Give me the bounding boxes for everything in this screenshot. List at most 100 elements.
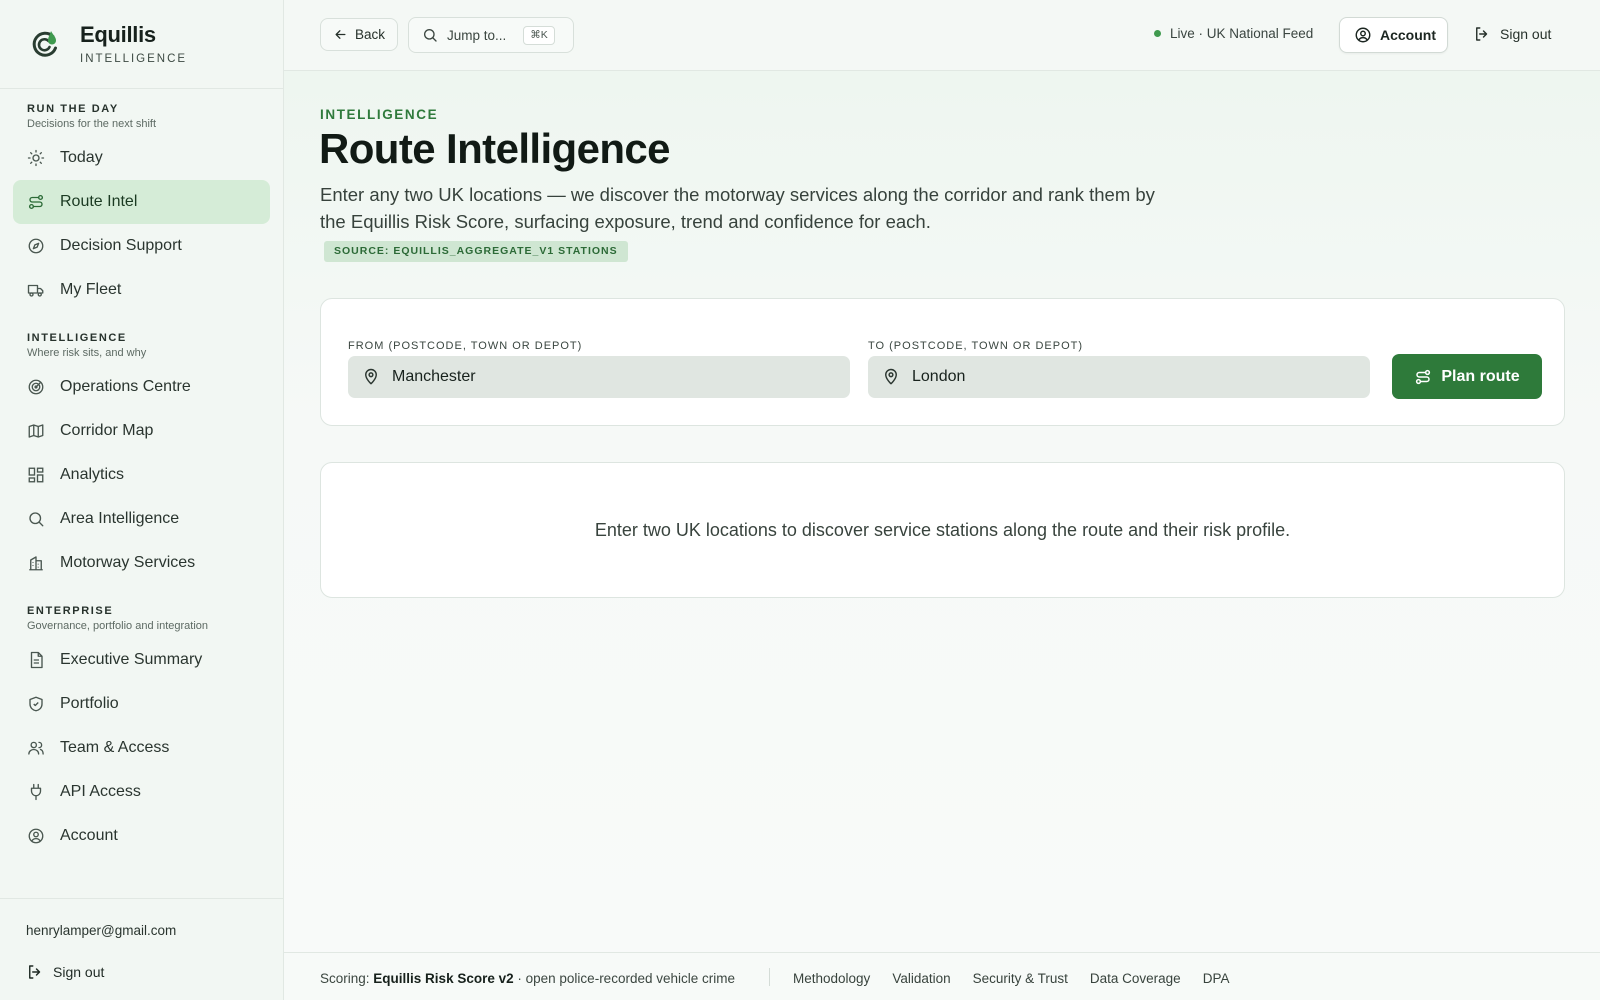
sidebar-item-motorway-services[interactable]: Motorway Services: [13, 541, 270, 585]
sidebar-item-label: Team & Access: [60, 739, 170, 756]
building-icon: [27, 554, 45, 572]
to-label: TO (POSTCODE, TOWN OR DEPOT): [868, 340, 1084, 352]
footer-link-dpa[interactable]: DPA: [1203, 971, 1230, 986]
sidebar-item-team-access[interactable]: Team & Access: [13, 726, 270, 770]
sidebar-item-decision-support[interactable]: Decision Support: [13, 224, 270, 268]
jump-to-search[interactable]: Jump to... ⌘K: [408, 17, 574, 53]
user-circle-icon: [27, 827, 45, 845]
sidebar-item-today[interactable]: Today: [13, 136, 270, 180]
sidebar-item-executive-summary[interactable]: Executive Summary: [13, 638, 270, 682]
section-subtitle: Decisions for the next shift: [27, 118, 157, 130]
sidebar-item-label: Motorway Services: [60, 554, 196, 571]
shield-icon: [27, 695, 45, 713]
footer-link-data-coverage[interactable]: Data Coverage: [1090, 971, 1181, 986]
route-icon: [27, 193, 45, 211]
sidebar-item-label: Corridor Map: [60, 422, 154, 439]
sidebar-item-label: API Access: [60, 783, 141, 800]
arrow-left-icon: [333, 27, 348, 42]
to-input[interactable]: [912, 368, 1332, 386]
footer-link-validation[interactable]: Validation: [892, 971, 950, 986]
sign-out-icon: [26, 963, 44, 981]
main-content: INTELLIGENCE Route Intelligence Enter an…: [284, 71, 1600, 952]
back-button[interactable]: Back: [320, 18, 398, 51]
from-field[interactable]: [348, 356, 850, 398]
search-icon: [422, 27, 438, 43]
to-field[interactable]: [868, 356, 1370, 398]
map-icon: [27, 422, 45, 440]
equillis-logo-icon: [28, 27, 62, 61]
route-icon: [1414, 368, 1432, 386]
page-description: Enter any two UK locations — we discover…: [320, 184, 1155, 232]
scoring-prefix: Scoring:: [320, 971, 370, 986]
scoring-info: Scoring: Equillis Risk Score v2 · open p…: [320, 971, 735, 986]
sidebar-item-label: Operations Centre: [60, 378, 191, 395]
search-icon: [27, 510, 45, 528]
sidebar-item-label: Area Intelligence: [60, 510, 180, 527]
brand-name: Equillis: [80, 21, 156, 47]
brand-sub: INTELLIGENCE: [80, 53, 188, 66]
footer-divider: [769, 968, 770, 986]
sidebar-item-label: Decision Support: [60, 237, 182, 254]
topbar: Back Jump to... ⌘K Live · UK National Fe…: [284, 0, 1600, 71]
map-pin-icon: [882, 368, 900, 386]
sign-out-label: Sign out: [1500, 26, 1552, 42]
sidebar-item-label: Today: [60, 149, 103, 166]
account-button[interactable]: Account: [1339, 17, 1448, 53]
document-icon: [27, 651, 45, 669]
empty-state-text: Enter two UK locations to discover servi…: [594, 519, 1291, 540]
live-feed-status: Live · UK National Feed: [1154, 26, 1313, 41]
sidebar-item-portfolio[interactable]: Portfolio: [13, 682, 270, 726]
section-title: INTELLIGENCE: [27, 332, 127, 344]
sidebar-item-api-access[interactable]: API Access: [13, 770, 270, 814]
live-label: Live · UK National Feed: [1170, 26, 1314, 41]
user-circle-icon: [1354, 26, 1372, 44]
compass-icon: [27, 237, 45, 255]
plan-route-button[interactable]: Plan route: [1392, 354, 1542, 399]
plan-route-label: Plan route: [1441, 367, 1520, 385]
keyboard-shortcut: ⌘K: [523, 25, 555, 45]
sidebar-footer: henrylamper@gmail.com Sign out: [0, 898, 284, 1000]
back-label: Back: [355, 27, 386, 42]
sidebar-item-label: My Fleet: [60, 281, 122, 298]
radar-icon: [27, 378, 45, 396]
sign-out-button[interactable]: Sign out: [1473, 25, 1551, 43]
brand[interactable]: Equillis INTELLIGENCE: [0, 0, 283, 89]
nav-section-intelligence: INTELLIGENCE Where risk sits, and why Op…: [0, 312, 283, 585]
sidebar-item-route-intel[interactable]: Route Intel: [13, 180, 270, 224]
page-eyebrow: INTELLIGENCE: [320, 107, 439, 122]
source-badge: SOURCE: EQUILLIS_AGGREGATE_V1 STATIONS: [324, 241, 628, 262]
live-dot-icon: [1154, 30, 1161, 37]
sidebar-item-label: Executive Summary: [60, 651, 203, 668]
sidebar-item-my-fleet[interactable]: My Fleet: [13, 268, 270, 312]
sidebar-item-area-intelligence[interactable]: Area Intelligence: [13, 497, 270, 541]
user-email: henrylamper@gmail.com: [26, 923, 177, 938]
route-form-card: FROM (POSTCODE, TOWN OR DEPOT) TO (POSTC…: [320, 298, 1565, 426]
sign-out-icon: [1473, 25, 1491, 43]
sidebar-item-label: Portfolio: [60, 695, 119, 712]
sidebar-item-label: Route Intel: [60, 193, 138, 210]
footer: Scoring: Equillis Risk Score v2 · open p…: [284, 952, 1600, 1000]
map-pin-icon: [362, 368, 380, 386]
nav-section-enterprise: ENTERPRISE Governance, portfolio and int…: [0, 585, 283, 858]
page-title: Route Intelligence: [319, 125, 671, 172]
sidebar-sign-out-button[interactable]: Sign out: [26, 963, 104, 981]
sidebar-item-operations-centre[interactable]: Operations Centre: [13, 365, 270, 409]
sidebar-item-label: Account: [60, 827, 118, 844]
truck-icon: [27, 281, 45, 299]
section-title: RUN THE DAY: [27, 103, 119, 115]
sidebar-item-corridor-map[interactable]: Corridor Map: [13, 409, 270, 453]
plug-icon: [27, 783, 45, 801]
section-subtitle: Governance, portfolio and integration: [27, 620, 209, 632]
scoring-name: Equillis Risk Score v2: [373, 971, 514, 986]
grid-icon: [27, 466, 45, 484]
section-subtitle: Where risk sits, and why: [27, 347, 147, 359]
sidebar-item-account[interactable]: Account: [13, 814, 270, 858]
footer-link-methodology[interactable]: Methodology: [793, 971, 870, 986]
footer-link-security-trust[interactable]: Security & Trust: [973, 971, 1068, 986]
sidebar-item-label: Analytics: [60, 466, 125, 483]
from-label: FROM (POSTCODE, TOWN OR DEPOT): [348, 340, 583, 352]
sign-out-label: Sign out: [53, 964, 105, 980]
sidebar-item-analytics[interactable]: Analytics: [13, 453, 270, 497]
from-input[interactable]: [392, 368, 812, 386]
scoring-suffix: · open police-recorded vehicle crime: [517, 971, 735, 986]
